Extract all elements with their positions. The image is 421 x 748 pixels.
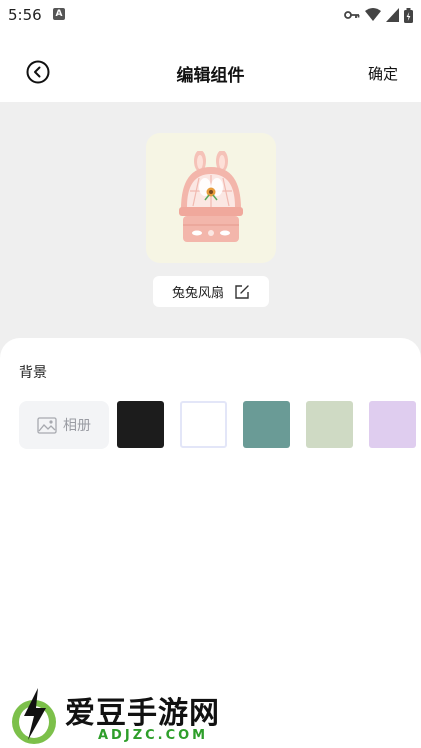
key-icon: [344, 11, 360, 19]
battery-icon: [404, 7, 413, 23]
watermark-subtitle: ADJZC.COM: [98, 728, 209, 743]
album-button[interactable]: 相册: [19, 401, 109, 449]
widget-preview-area: 兔兔风扇: [0, 102, 421, 372]
background-section-label: 背景: [19, 365, 47, 381]
album-label: 相册: [63, 418, 91, 434]
notification-icon: A: [53, 8, 65, 20]
watermark-leaf-icon: [12, 688, 56, 744]
signal-icon: [386, 8, 399, 22]
watermark-title: 爱豆手游网: [65, 696, 220, 731]
wifi-icon: [365, 8, 381, 21]
edit-icon: [235, 284, 249, 299]
status-time: 5:56: [8, 6, 42, 24]
widget-name-label: 兔兔风扇: [171, 286, 224, 301]
swatch-teal[interactable]: [243, 401, 290, 448]
widget-preview-card[interactable]: [146, 133, 276, 263]
confirm-button[interactable]: 确定: [368, 63, 398, 84]
bunny-fan-image: [179, 151, 243, 242]
status-bar: 5:56 A: [0, 0, 421, 30]
watermark-logo: 爱豆手游网 ADJZC.COM: [8, 686, 258, 746]
swatch-lavender[interactable]: [369, 401, 416, 448]
swatch-black[interactable]: [117, 401, 164, 448]
swatch-white[interactable]: [180, 401, 227, 448]
image-icon: [37, 416, 57, 434]
widget-name-button[interactable]: 兔兔风扇: [153, 276, 269, 307]
swatch-sage[interactable]: [306, 401, 353, 448]
background-swatch-list[interactable]: 相册: [19, 401, 421, 449]
top-app-bar: 编辑组件 确定: [0, 30, 421, 102]
page-title: 编辑组件: [176, 66, 245, 86]
status-icons: [344, 7, 413, 23]
